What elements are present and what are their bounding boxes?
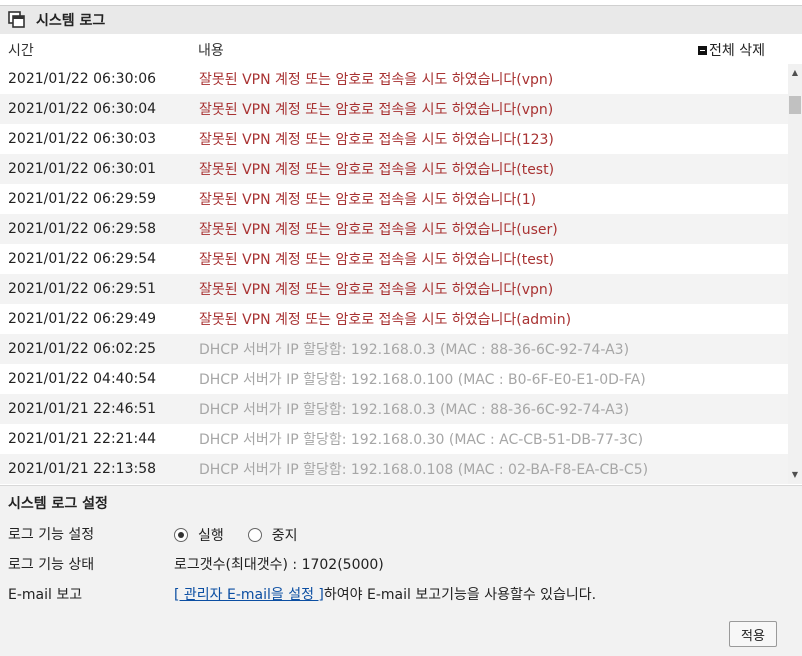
log-time: 2021/01/22 06:02:25 bbox=[8, 341, 157, 357]
log-message: DHCP 서버가 IP 할당함: 192.168.0.3 (MAC : 88-3… bbox=[199, 342, 630, 358]
log-settings-section: 시스템 로그 설정 로그 기능 설정 실행 중지 로그 기능 상태 로그갯수(최… bbox=[0, 485, 802, 656]
log-scrollbar[interactable]: ▲ ▼ bbox=[788, 64, 802, 484]
radio-run-label[interactable]: 실행 bbox=[198, 525, 224, 545]
table-row: 2021/01/22 04:40:54 DHCP 서버가 IP 할당함: 192… bbox=[0, 364, 788, 394]
log-message: DHCP 서버가 IP 할당함: 192.168.0.30 (MAC : AC-… bbox=[199, 432, 644, 448]
table-row: 2021/01/22 06:30:01 잘못된 VPN 계정 또는 암호로 접속… bbox=[0, 154, 788, 184]
log-message: 잘못된 VPN 계정 또는 암호로 접속을 시도 하였습니다(vpn) bbox=[199, 72, 554, 88]
log-function-label: 로그 기능 설정 bbox=[8, 527, 95, 543]
table-row: 2021/01/22 06:29:59 잘못된 VPN 계정 또는 암호로 접속… bbox=[0, 184, 788, 214]
log-time: 2021/01/21 22:21:44 bbox=[8, 431, 157, 447]
table-row: 2021/01/22 06:29:58 잘못된 VPN 계정 또는 암호로 접속… bbox=[0, 214, 788, 244]
log-time: 2021/01/22 04:40:54 bbox=[8, 371, 157, 387]
log-time: 2021/01/22 06:30:03 bbox=[8, 131, 157, 147]
log-message: DHCP 서버가 IP 할당함: 192.168.0.108 (MAC : 02… bbox=[199, 462, 649, 478]
admin-email-setting-link[interactable]: [ 관리자 E-mail을 설정 ] bbox=[174, 587, 324, 603]
radio-stop[interactable] bbox=[247, 528, 262, 542]
log-message: DHCP 서버가 IP 할당함: 192.168.0.3 (MAC : 88-3… bbox=[199, 402, 630, 418]
email-report-value: [ 관리자 E-mail을 설정 ]하여야 E-mail 보고기능을 사용할수 … bbox=[174, 584, 596, 604]
log-time: 2021/01/22 06:29:59 bbox=[8, 191, 157, 207]
log-message: 잘못된 VPN 계정 또는 암호로 접속을 시도 하였습니다(admin) bbox=[199, 312, 572, 328]
log-status-label: 로그 기능 상태 bbox=[8, 557, 95, 573]
scroll-up-arrow-icon[interactable]: ▲ bbox=[788, 66, 802, 80]
table-row: 2021/01/22 06:29:49 잘못된 VPN 계정 또는 암호로 접속… bbox=[0, 304, 788, 334]
table-row: 2021/01/22 06:30:06 잘못된 VPN 계정 또는 암호로 접속… bbox=[0, 64, 788, 94]
log-time: 2021/01/22 06:29:58 bbox=[8, 221, 157, 237]
log-message: 잘못된 VPN 계정 또는 암호로 접속을 시도 하였습니다(1) bbox=[199, 192, 537, 208]
apply-button[interactable]: 적용 bbox=[729, 621, 777, 647]
log-list[interactable]: 2021/01/22 06:30:06 잘못된 VPN 계정 또는 암호로 접속… bbox=[0, 64, 788, 484]
title-bar: 시스템 로그 bbox=[0, 5, 802, 34]
log-table-header: 시간 내용 전체 삭제 bbox=[0, 34, 802, 65]
log-time: 2021/01/22 06:30:01 bbox=[8, 161, 157, 177]
log-time: 2021/01/21 22:46:51 bbox=[8, 401, 157, 417]
scroll-down-arrow-icon[interactable]: ▼ bbox=[788, 468, 802, 482]
log-message: 잘못된 VPN 계정 또는 암호로 접속을 시도 하였습니다(vpn) bbox=[199, 102, 554, 118]
log-message: 잘못된 VPN 계정 또는 암호로 접속을 시도 하였습니다(vpn) bbox=[199, 282, 554, 298]
log-function-radio-group: 실행 중지 bbox=[174, 525, 322, 545]
table-row: 2021/01/21 22:46:51 DHCP 서버가 IP 할당함: 192… bbox=[0, 394, 788, 424]
scroll-thumb[interactable] bbox=[789, 96, 801, 114]
log-time: 2021/01/21 22:13:58 bbox=[8, 461, 157, 477]
log-message: DHCP 서버가 IP 할당함: 192.168.0.100 (MAC : B0… bbox=[199, 372, 646, 388]
email-report-text: 하여야 E-mail 보고기능을 사용할수 있습니다. bbox=[323, 587, 597, 603]
log-status-value: 로그갯수(최대갯수) : 1702(5000) bbox=[174, 557, 384, 573]
table-row: 2021/01/22 06:29:54 잘못된 VPN 계정 또는 암호로 접속… bbox=[0, 244, 788, 274]
minus-box-icon bbox=[698, 45, 707, 55]
email-report-label: E-mail 보고 bbox=[8, 587, 83, 603]
table-row: 2021/01/22 06:29:51 잘못된 VPN 계정 또는 암호로 접속… bbox=[0, 274, 788, 304]
system-log-panel: 시스템 로그 시간 내용 전체 삭제 2021/01/22 06:30:06 잘… bbox=[0, 0, 802, 656]
table-row: 2021/01/22 06:30:03 잘못된 VPN 계정 또는 암호로 접속… bbox=[0, 124, 788, 154]
delete-all-label: 전체 삭제 bbox=[709, 43, 765, 59]
radio-run[interactable] bbox=[174, 528, 188, 542]
delete-all-button[interactable]: 전체 삭제 bbox=[698, 40, 765, 60]
page-title: 시스템 로그 bbox=[36, 13, 106, 29]
log-time: 2021/01/22 06:29:54 bbox=[8, 251, 157, 267]
log-message: 잘못된 VPN 계정 또는 암호로 접속을 시도 하였습니다(user) bbox=[199, 222, 558, 238]
table-row: 2021/01/22 06:30:04 잘못된 VPN 계정 또는 암호로 접속… bbox=[0, 94, 788, 124]
column-header-message: 내용 bbox=[198, 43, 224, 59]
table-row: 2021/01/21 22:13:58 DHCP 서버가 IP 할당함: 192… bbox=[0, 454, 788, 484]
radio-stop-label[interactable]: 중지 bbox=[272, 525, 298, 545]
log-time: 2021/01/22 06:30:06 bbox=[8, 71, 157, 87]
log-time: 2021/01/22 06:30:04 bbox=[8, 101, 157, 117]
settings-title: 시스템 로그 설정 bbox=[8, 496, 108, 512]
log-time: 2021/01/22 06:29:49 bbox=[8, 311, 157, 327]
log-time: 2021/01/22 06:29:51 bbox=[8, 281, 157, 297]
window-stack-icon bbox=[8, 11, 25, 28]
table-row: 2021/01/21 22:21:44 DHCP 서버가 IP 할당함: 192… bbox=[0, 424, 788, 454]
column-header-time: 시간 bbox=[8, 43, 34, 59]
log-message: 잘못된 VPN 계정 또는 암호로 접속을 시도 하였습니다(test) bbox=[199, 162, 555, 178]
table-row: 2021/01/22 06:02:25 DHCP 서버가 IP 할당함: 192… bbox=[0, 334, 788, 364]
log-message: 잘못된 VPN 계정 또는 암호로 접속을 시도 하였습니다(123) bbox=[199, 132, 554, 148]
log-message: 잘못된 VPN 계정 또는 암호로 접속을 시도 하였습니다(test) bbox=[199, 252, 555, 268]
